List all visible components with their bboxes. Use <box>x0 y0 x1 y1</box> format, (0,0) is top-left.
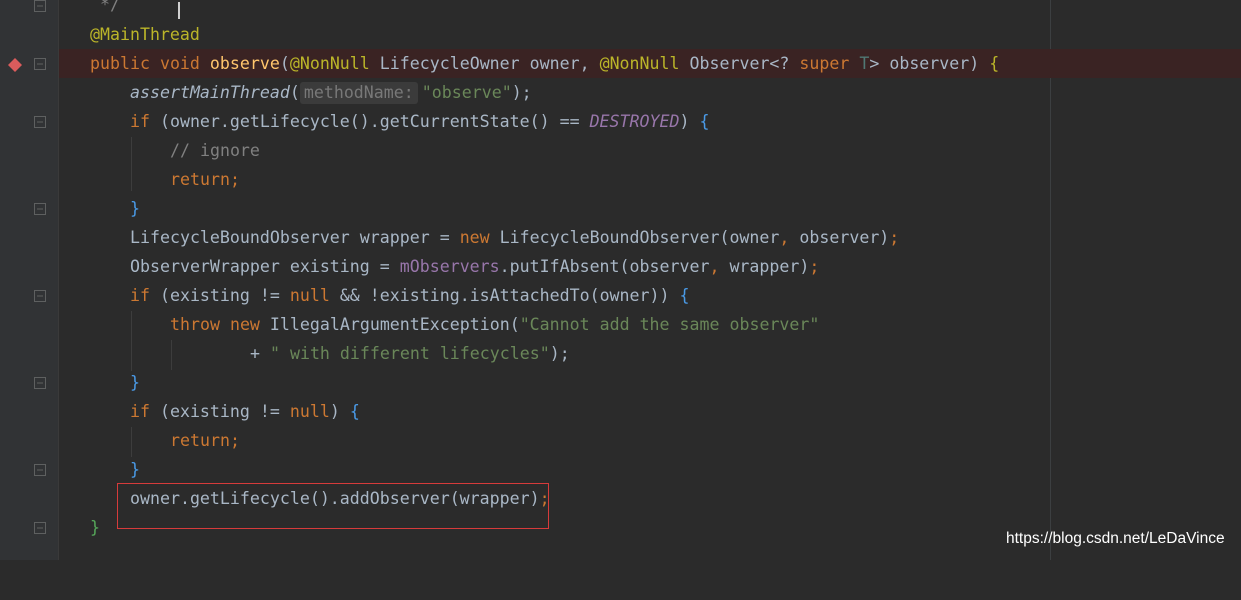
code-line-breakpoint: public void observe(@NonNull LifecycleOw… <box>59 49 1241 78</box>
code-text: LifecycleBoundObserver(owner <box>489 228 780 247</box>
fold-icon[interactable] <box>34 203 46 215</box>
code-line: return; <box>59 426 1241 455</box>
keyword: null <box>289 402 330 421</box>
code-line: if (existing != null) { <box>59 397 1241 426</box>
brace: } <box>130 199 140 218</box>
code-line: + " with different lifecycles"); <box>59 339 1241 368</box>
constant: DESTROYED <box>589 112 680 131</box>
keyword: super <box>799 54 850 73</box>
brace: } <box>130 373 140 392</box>
string-literal: "observe" <box>421 83 512 102</box>
string-literal: "Cannot add the same observer" <box>519 315 820 334</box>
text-caret <box>178 2 180 19</box>
keyword: public <box>90 54 150 73</box>
string-literal: " with different lifecycles" <box>269 344 550 363</box>
code-line: // ignore <box>59 136 1241 165</box>
keyword: ; <box>889 228 900 247</box>
code-text: (existing != <box>149 402 290 421</box>
brace: } <box>90 518 100 537</box>
code-text: && !existing.isAttachedTo(owner)) <box>329 286 680 305</box>
breakpoint-icon[interactable] <box>8 57 22 72</box>
editor-gutter <box>0 0 58 560</box>
code-text: > observer) <box>869 54 990 73</box>
brace: { <box>699 112 710 131</box>
fold-icon[interactable] <box>34 116 46 128</box>
watermark: https://blog.csdn.net/LeDaVince <box>1006 530 1225 547</box>
keyword: , <box>779 228 790 247</box>
fold-icon[interactable] <box>34 58 46 70</box>
keyword: if <box>130 286 150 305</box>
code-line: if (existing != null && !existing.isAtta… <box>59 281 1241 310</box>
code-text: .putIfAbsent(observer <box>499 257 710 276</box>
keyword: if <box>130 112 150 131</box>
code-text: ); <box>549 344 570 363</box>
code-line: ObserverWrapper existing = mObservers.pu… <box>59 252 1241 281</box>
method-name: observe <box>209 54 280 73</box>
field: mObservers <box>399 257 500 276</box>
fold-icon[interactable] <box>34 0 46 12</box>
parameter-hint: methodName: <box>299 82 418 104</box>
code-line: @MainThread <box>59 20 1241 49</box>
fold-icon[interactable] <box>34 522 46 534</box>
code-text: (existing != <box>149 286 290 305</box>
type-param: T <box>859 54 870 73</box>
keyword: ; <box>809 257 820 276</box>
keyword: new <box>229 315 260 334</box>
code-text: wrapper) <box>719 257 810 276</box>
code-line: if (owner.getLifecycle().getCurrentState… <box>59 107 1241 136</box>
annotation: @NonNull <box>599 54 680 73</box>
brace: { <box>989 54 1000 73</box>
code-line: return; <box>59 165 1241 194</box>
keyword: return; <box>170 431 240 450</box>
code-text: LifecycleOwner owner, <box>369 54 600 73</box>
keyword: null <box>289 286 330 305</box>
annotation: @NonNull <box>289 54 370 73</box>
code-text: ) <box>679 112 700 131</box>
keyword: if <box>130 402 150 421</box>
code-line: LifecycleBoundObserver wrapper = new Lif… <box>59 223 1241 252</box>
code-text: ); <box>511 83 532 102</box>
brace: } <box>130 460 140 479</box>
code-editor[interactable]: */ @MainThread public void observe(@NonN… <box>59 0 1241 560</box>
code-text: + <box>250 344 270 363</box>
code-line: assertMainThread(methodName: "observe"); <box>59 78 1241 107</box>
comment-end: */ <box>100 0 120 14</box>
fold-icon[interactable] <box>34 290 46 302</box>
code-line: */ <box>59 0 1241 19</box>
code-text: IllegalArgumentException( <box>259 315 520 334</box>
fold-icon[interactable] <box>34 377 46 389</box>
highlight-box <box>117 483 549 529</box>
brace: { <box>679 286 690 305</box>
code-line: throw new IllegalArgumentException("Cann… <box>59 310 1241 339</box>
code-text: (owner.getLifecycle().getCurrentState() … <box>149 112 590 131</box>
annotation: @MainThread <box>90 25 200 44</box>
code-text: observer) <box>789 228 890 247</box>
keyword: , <box>709 257 720 276</box>
keyword: void <box>159 54 200 73</box>
code-text: ) <box>329 402 350 421</box>
comment: // ignore <box>170 141 260 160</box>
keyword: return; <box>170 170 240 189</box>
keyword: new <box>459 228 490 247</box>
code-text: ObserverWrapper existing = <box>130 257 400 276</box>
code-line: } <box>59 455 1241 484</box>
code-text: LifecycleBoundObserver wrapper = <box>130 228 460 247</box>
code-text: ( <box>289 83 300 102</box>
method-call: assertMainThread <box>130 83 290 102</box>
keyword: throw <box>170 315 220 334</box>
brace: { <box>349 402 360 421</box>
code-text: Observer<? <box>679 54 800 73</box>
code-line: } <box>59 194 1241 223</box>
fold-icon[interactable] <box>34 464 46 476</box>
code-line: } <box>59 368 1241 397</box>
code-text: ( <box>279 54 290 73</box>
